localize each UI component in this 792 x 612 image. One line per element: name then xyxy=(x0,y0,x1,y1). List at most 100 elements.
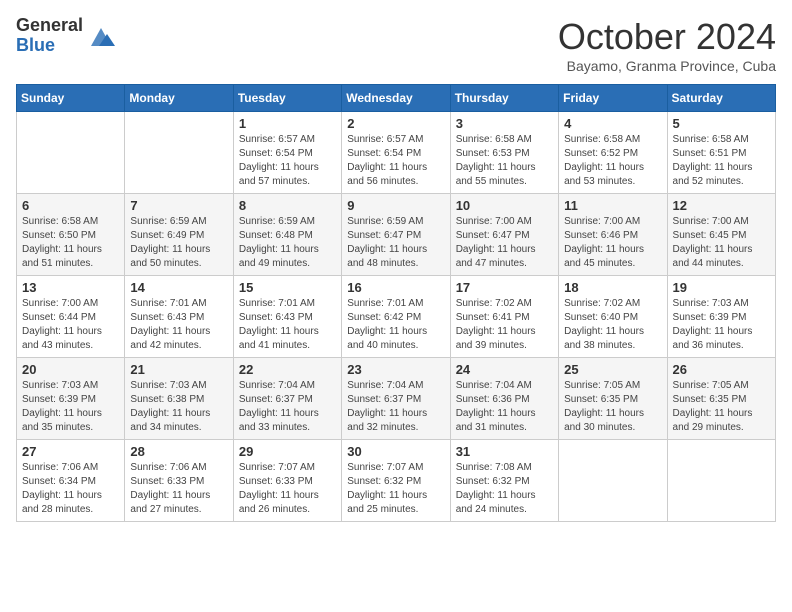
calendar-cell: 18 Sunrise: 7:02 AM Sunset: 6:40 PM Dayli… xyxy=(559,276,667,358)
day-number: 3 xyxy=(456,116,553,131)
day-detail: Sunrise: 6:59 AM Sunset: 6:47 PM Dayligh… xyxy=(347,215,444,271)
calendar-week-row: 13 Sunrise: 7:00 AM Sunset: 6:44 PM Dayli… xyxy=(17,276,776,358)
day-detail: Sunrise: 7:00 AM Sunset: 6:46 PM Dayligh… xyxy=(564,215,661,271)
day-number: 23 xyxy=(347,362,444,377)
day-detail: Sunrise: 7:05 AM Sunset: 6:35 PM Dayligh… xyxy=(564,379,661,435)
day-detail: Sunrise: 7:04 AM Sunset: 6:37 PM Dayligh… xyxy=(239,379,336,435)
calendar-cell: 15Sunrise: 7:01 AM Sunset: 6:43 PM Dayli… xyxy=(233,276,341,358)
day-detail: Sunrise: 6:58 AM Sunset: 6:53 PM Dayligh… xyxy=(456,133,553,189)
day-detail: Sunrise: 7:00 AM Sunset: 6:45 PM Dayligh… xyxy=(673,215,770,271)
day-number: 28 xyxy=(130,444,227,459)
day-detail: Sunrise: 7:05 AM Sunset: 6:35 PM Dayligh… xyxy=(673,379,770,435)
day-number: 12 xyxy=(673,198,770,213)
day-detail: Sunrise: 7:01 AM Sunset: 6:43 PM Dayligh… xyxy=(130,297,227,353)
calendar-cell: 23 Sunrise: 7:04 AM Sunset: 6:37 PM Dayli… xyxy=(342,358,450,440)
calendar-cell xyxy=(125,112,233,194)
day-number: 30 xyxy=(347,444,444,459)
day-number: 13 xyxy=(22,280,119,295)
weekday-header: Saturday xyxy=(667,85,775,112)
calendar-cell: 1 Sunrise: 6:57 AM Sunset: 6:54 PM Daylig… xyxy=(233,112,341,194)
day-number: 14 xyxy=(130,280,227,295)
calendar-cell: 26 Sunrise: 7:05 AM Sunset: 6:35 PM Dayli… xyxy=(667,358,775,440)
calendar-cell: 17 Sunrise: 7:02 AM Sunset: 6:41 PM Dayli… xyxy=(450,276,558,358)
day-number: 11 xyxy=(564,198,661,213)
calendar-cell: 29 Sunrise: 7:07 AM Sunset: 6:33 PM Dayli… xyxy=(233,440,341,522)
calendar-table: SundayMondayTuesdayWednesdayThursdayFrid… xyxy=(16,84,776,522)
day-detail: Sunrise: 7:07 AM Sunset: 6:32 PM Dayligh… xyxy=(347,461,444,517)
calendar-cell: 28Sunrise: 7:06 AM Sunset: 6:33 PM Dayli… xyxy=(125,440,233,522)
day-detail: Sunrise: 6:57 AM Sunset: 6:54 PM Dayligh… xyxy=(347,133,444,189)
day-detail: Sunrise: 7:03 AM Sunset: 6:39 PM Dayligh… xyxy=(22,379,119,435)
day-number: 31 xyxy=(456,444,553,459)
day-detail: Sunrise: 7:07 AM Sunset: 6:33 PM Dayligh… xyxy=(239,461,336,517)
calendar-cell: 7 Sunrise: 6:59 AM Sunset: 6:49 PM Daylig… xyxy=(125,194,233,276)
day-detail: Sunrise: 6:58 AM Sunset: 6:51 PM Dayligh… xyxy=(673,133,770,189)
day-number: 26 xyxy=(673,362,770,377)
logo-blue: Blue xyxy=(16,36,83,56)
day-detail: Sunrise: 7:04 AM Sunset: 6:37 PM Dayligh… xyxy=(347,379,444,435)
calendar-cell: 30 Sunrise: 7:07 AM Sunset: 6:32 PM Dayli… xyxy=(342,440,450,522)
weekday-header: Sunday xyxy=(17,85,125,112)
calendar-cell: 8Sunrise: 6:59 AM Sunset: 6:48 PM Daylig… xyxy=(233,194,341,276)
day-number: 16 xyxy=(347,280,444,295)
day-number: 25 xyxy=(564,362,661,377)
calendar-cell: 4Sunrise: 6:58 AM Sunset: 6:52 PM Daylig… xyxy=(559,112,667,194)
day-detail: Sunrise: 6:57 AM Sunset: 6:54 PM Dayligh… xyxy=(239,133,336,189)
calendar-cell: 31 Sunrise: 7:08 AM Sunset: 6:32 PM Dayli… xyxy=(450,440,558,522)
day-detail: Sunrise: 6:58 AM Sunset: 6:50 PM Dayligh… xyxy=(22,215,119,271)
calendar-cell xyxy=(559,440,667,522)
logo-icon xyxy=(87,22,115,50)
weekday-header: Friday xyxy=(559,85,667,112)
month-title: October 2024 xyxy=(558,16,776,58)
calendar-week-row: 20 Sunrise: 7:03 AM Sunset: 6:39 PM Dayli… xyxy=(17,358,776,440)
page-header: General Blue October 2024 Bayamo, Granma… xyxy=(16,16,776,74)
day-number: 10 xyxy=(456,198,553,213)
day-number: 17 xyxy=(456,280,553,295)
day-number: 9 xyxy=(347,198,444,213)
weekday-header: Thursday xyxy=(450,85,558,112)
day-number: 21 xyxy=(130,362,227,377)
calendar-week-row: 1 Sunrise: 6:57 AM Sunset: 6:54 PM Daylig… xyxy=(17,112,776,194)
calendar-cell: 9 Sunrise: 6:59 AM Sunset: 6:47 PM Daylig… xyxy=(342,194,450,276)
calendar-cell: 13 Sunrise: 7:00 AM Sunset: 6:44 PM Dayli… xyxy=(17,276,125,358)
day-number: 7 xyxy=(130,198,227,213)
logo: General Blue xyxy=(16,16,115,56)
calendar-cell xyxy=(667,440,775,522)
calendar-cell: 3 Sunrise: 6:58 AM Sunset: 6:53 PM Daylig… xyxy=(450,112,558,194)
day-number: 18 xyxy=(564,280,661,295)
calendar-cell: 16 Sunrise: 7:01 AM Sunset: 6:42 PM Dayli… xyxy=(342,276,450,358)
calendar-cell: 20 Sunrise: 7:03 AM Sunset: 6:39 PM Dayli… xyxy=(17,358,125,440)
day-detail: Sunrise: 7:08 AM Sunset: 6:32 PM Dayligh… xyxy=(456,461,553,517)
day-detail: Sunrise: 7:06 AM Sunset: 6:34 PM Dayligh… xyxy=(22,461,119,517)
day-number: 24 xyxy=(456,362,553,377)
day-detail: Sunrise: 7:00 AM Sunset: 6:47 PM Dayligh… xyxy=(456,215,553,271)
day-number: 5 xyxy=(673,116,770,131)
calendar-cell: 24Sunrise: 7:04 AM Sunset: 6:36 PM Dayli… xyxy=(450,358,558,440)
day-number: 27 xyxy=(22,444,119,459)
calendar-cell xyxy=(17,112,125,194)
calendar-header-row: SundayMondayTuesdayWednesdayThursdayFrid… xyxy=(17,85,776,112)
day-number: 6 xyxy=(22,198,119,213)
title-area: October 2024 Bayamo, Granma Province, Cu… xyxy=(558,16,776,74)
day-detail: Sunrise: 6:59 AM Sunset: 6:48 PM Dayligh… xyxy=(239,215,336,271)
day-detail: Sunrise: 6:59 AM Sunset: 6:49 PM Dayligh… xyxy=(130,215,227,271)
day-number: 29 xyxy=(239,444,336,459)
calendar-cell: 12 Sunrise: 7:00 AM Sunset: 6:45 PM Dayli… xyxy=(667,194,775,276)
day-number: 22 xyxy=(239,362,336,377)
weekday-header: Wednesday xyxy=(342,85,450,112)
day-detail: Sunrise: 7:02 AM Sunset: 6:41 PM Dayligh… xyxy=(456,297,553,353)
calendar-cell: 22 Sunrise: 7:04 AM Sunset: 6:37 PM Dayli… xyxy=(233,358,341,440)
day-number: 15 xyxy=(239,280,336,295)
day-number: 1 xyxy=(239,116,336,131)
logo-general: General xyxy=(16,16,83,36)
calendar-cell: 27 Sunrise: 7:06 AM Sunset: 6:34 PM Dayli… xyxy=(17,440,125,522)
calendar-cell: 11 Sunrise: 7:00 AM Sunset: 6:46 PM Dayli… xyxy=(559,194,667,276)
calendar-cell: 2Sunrise: 6:57 AM Sunset: 6:54 PM Daylig… xyxy=(342,112,450,194)
day-detail: Sunrise: 7:00 AM Sunset: 6:44 PM Dayligh… xyxy=(22,297,119,353)
day-detail: Sunrise: 7:02 AM Sunset: 6:40 PM Dayligh… xyxy=(564,297,661,353)
weekday-header: Monday xyxy=(125,85,233,112)
day-detail: Sunrise: 7:01 AM Sunset: 6:42 PM Dayligh… xyxy=(347,297,444,353)
calendar-cell: 21 Sunrise: 7:03 AM Sunset: 6:38 PM Dayli… xyxy=(125,358,233,440)
day-number: 20 xyxy=(22,362,119,377)
day-detail: Sunrise: 7:03 AM Sunset: 6:38 PM Dayligh… xyxy=(130,379,227,435)
